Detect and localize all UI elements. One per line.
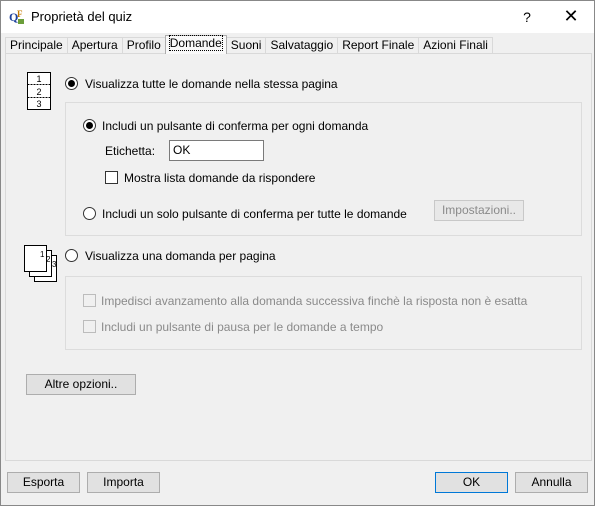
more-options-button[interactable]: Altre opzioni.. (26, 374, 136, 395)
icon-page-2: 2 (46, 255, 51, 264)
pause-button-checkbox[interactable] (83, 320, 96, 333)
help-button[interactable]: ? (515, 5, 539, 29)
tab-apertura[interactable]: Apertura (66, 37, 123, 54)
tab-label: Azioni Finali (423, 38, 488, 52)
tab-azioni-finali[interactable]: Azioni Finali (418, 37, 493, 54)
prevent-advance-label[interactable]: Impedisci avanzamento alla domanda succe… (101, 294, 527, 308)
per-question-confirm-label[interactable]: Includi un pulsante di conferma per ogni… (102, 119, 368, 133)
tab-label: Apertura (71, 38, 118, 52)
multi-page-options-group (65, 276, 582, 350)
tab-label: Profilo (126, 38, 161, 52)
multiple-pages-icon: 1 2 3 (24, 245, 57, 282)
ok-button[interactable]: OK (435, 472, 508, 493)
icon-line-1: 1 (36, 74, 41, 84)
single-confirm-radio[interactable] (83, 207, 96, 220)
tab-salvataggio[interactable]: Salvataggio (265, 37, 339, 54)
prevent-advance-checkbox[interactable] (83, 294, 96, 307)
title-bar: Q F Proprietà del quiz ? ✕ (1, 1, 594, 33)
tab-suoni[interactable]: Suoni (225, 37, 267, 54)
etichetta-field[interactable]: OK (169, 140, 264, 161)
tab-label: Report Finale (342, 38, 415, 52)
icon-line-3: 3 (36, 99, 41, 109)
single-page-questions-icon: 1 2 3 (27, 72, 51, 110)
tab-label: Suoni (230, 38, 262, 52)
tab-domande[interactable]: Domande (164, 35, 227, 54)
single-page-label[interactable]: Visualizza tutte le domande nella stessa… (85, 77, 338, 91)
tab-label: Salvataggio (270, 38, 334, 52)
close-icon[interactable]: ✕ (557, 5, 585, 29)
export-button[interactable]: Esporta (7, 472, 80, 493)
multi-page-radio[interactable] (65, 249, 78, 262)
icon-page-1: 1 (40, 250, 45, 259)
svg-text:F: F (17, 9, 23, 19)
icon-line-2: 2 (36, 87, 41, 97)
quiz-app-icon: Q F (9, 8, 25, 25)
window-title: Proprietà del quiz (31, 9, 133, 24)
tab-label: Domande (168, 35, 223, 51)
multi-page-label[interactable]: Visualizza una domanda per pagina (85, 249, 276, 263)
etichetta-label: Etichetta: (105, 144, 156, 158)
tab-report-finale[interactable]: Report Finale (337, 37, 420, 54)
show-list-checkbox[interactable] (105, 171, 118, 184)
single-page-radio[interactable] (65, 77, 78, 90)
tab-strip: Principale Apertura Profilo Domande Suon… (5, 35, 493, 54)
import-button[interactable]: Importa (87, 472, 160, 493)
tab-principale[interactable]: Principale (5, 37, 68, 54)
tab-label: Principale (10, 38, 63, 52)
per-question-confirm-radio[interactable] (83, 119, 96, 132)
show-list-label[interactable]: Mostra lista domande da rispondere (124, 171, 315, 185)
settings-button[interactable]: Impostazioni.. (434, 200, 524, 221)
tab-profilo[interactable]: Profilo (121, 37, 166, 54)
icon-page-3: 3 (52, 260, 57, 269)
quiz-properties-dialog: Q F Proprietà del quiz ? ✕ Principale Ap… (0, 0, 595, 506)
cancel-button[interactable]: Annulla (515, 472, 588, 493)
single-confirm-label[interactable]: Includi un solo pulsante di conferma per… (102, 207, 407, 221)
pause-button-label[interactable]: Includi un pulsante di pausa per le doma… (101, 320, 383, 334)
